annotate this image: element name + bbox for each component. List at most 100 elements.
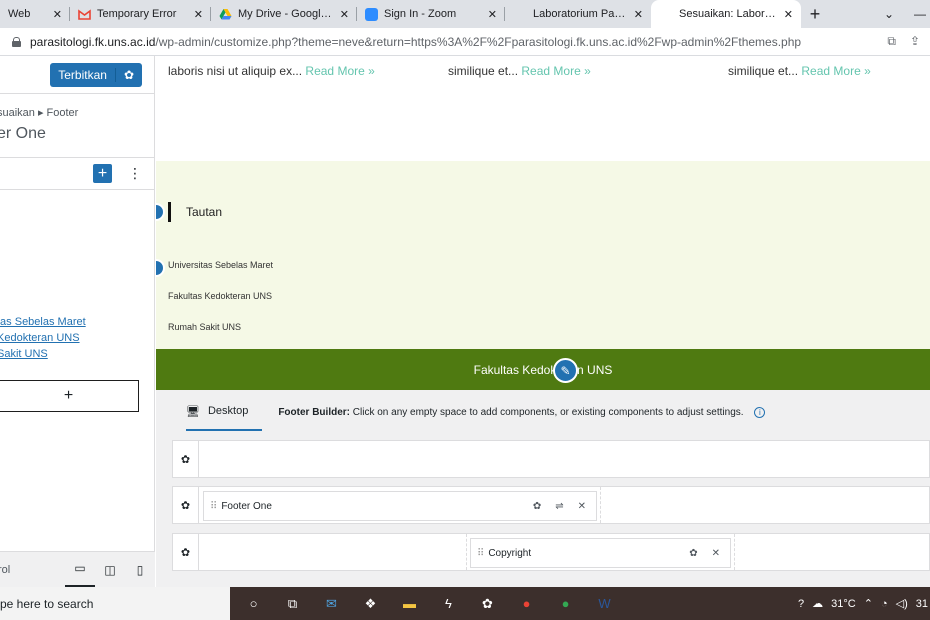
builder-component[interactable]: ⠿ Copyright ✿ ✕	[470, 538, 731, 568]
publish-button[interactable]: Terbitkan ✿	[50, 62, 142, 87]
settings-icon[interactable]: ✿	[533, 501, 541, 512]
taskbar-search-input[interactable]: pe here to search	[0, 587, 230, 620]
builder-row-top[interactable]: ✿	[172, 440, 930, 478]
desktop-preview-icon[interactable]: ▭	[65, 552, 95, 588]
browser-tab[interactable]: Web ✕	[0, 0, 70, 28]
browser-tab[interactable]: Temporary Error ✕	[70, 0, 211, 28]
add-block-icon[interactable]: +	[93, 164, 112, 183]
network-icon[interactable]: ◔	[881, 598, 888, 610]
search-placeholder: pe here to search	[0, 596, 94, 611]
close-tab-icon[interactable]: ✕	[784, 8, 793, 21]
builder-desc-bold: Footer Builder:	[278, 406, 350, 418]
browser-tab[interactable]: Laboratorium Parasito ✕	[505, 0, 651, 28]
copyright-bar[interactable]: Fakultas Kedokteran UNS	[156, 349, 930, 390]
excerpt-text: laboris nisi ut aliquip ex...	[168, 64, 303, 78]
close-tab-icon[interactable]: ✕	[634, 8, 643, 21]
sliders-icon[interactable]: ⇌	[555, 501, 563, 512]
add-block-button[interactable]: +	[0, 380, 139, 412]
edit-pencil-icon[interactable]	[156, 259, 165, 277]
widget-link[interactable]: tas Sebelas Maret	[0, 314, 86, 330]
component-label: Footer One	[221, 500, 272, 512]
chevron-up-icon[interactable]: ⌃	[864, 597, 873, 610]
copyright-text: Fakultas Kedokteran UNS	[473, 362, 613, 377]
power-automate-icon[interactable]: ϟ	[429, 587, 468, 620]
info-icon[interactable]: i	[754, 406, 766, 418]
more-options-icon[interactable]: ⋮	[128, 165, 142, 182]
help-icon[interactable]: ?	[798, 598, 804, 610]
post-excerpt: similique et... Read More »	[728, 64, 871, 78]
tablet-preview-icon[interactable]: ◫	[95, 552, 125, 588]
breadcrumb: suaikan ▸ Footer er One	[0, 94, 154, 158]
row-settings-icon[interactable]: ✿	[173, 487, 199, 523]
remove-icon[interactable]: ✕	[712, 548, 720, 559]
edit-pencil-icon[interactable]: ✎	[553, 358, 578, 383]
chrome-profile-icon[interactable]: ●	[546, 587, 585, 620]
excerpt-text: similique et...	[728, 64, 799, 78]
mobile-preview-icon[interactable]: ▯	[125, 552, 155, 588]
widget-link[interactable]: Sakit UNS	[0, 346, 86, 362]
desktop-icon: 🖥	[186, 405, 200, 418]
footer-link-list: Universitas Sebelas Maret Fakultas Kedok…	[168, 260, 273, 353]
lock-icon[interactable]	[12, 36, 21, 47]
word-icon[interactable]: W	[585, 587, 624, 620]
windows-taskbar: pe here to search ○ ⧉ ✉ ❖ ▬ ϟ ✿ ● ● W ? …	[0, 587, 930, 620]
browser-tab[interactable]: My Drive - Google Dri ✕	[211, 0, 357, 28]
tab-search-icon[interactable]: ⌄	[884, 7, 894, 21]
edit-pencil-icon[interactable]	[156, 203, 165, 221]
share-icon[interactable]: ⇪	[910, 34, 920, 49]
footer-link[interactable]: Universitas Sebelas Maret	[168, 260, 273, 291]
browser-tab-active[interactable]: Sesuaikan: Laboratori ✕	[651, 0, 801, 28]
new-tab-button[interactable]: +	[801, 0, 829, 28]
file-explorer-icon[interactable]: ▬	[390, 587, 429, 620]
task-view-icon[interactable]: ⧉	[273, 587, 312, 620]
close-tab-icon[interactable]: ✕	[194, 8, 203, 21]
tab-title: Web	[8, 8, 31, 20]
widget-link[interactable]: Kedokteran UNS	[0, 330, 86, 346]
publish-label: Terbitkan	[58, 67, 107, 82]
widget-title: Tautan	[168, 202, 222, 222]
chrome-icon[interactable]: ●	[507, 587, 546, 620]
browser-tab-bar: Web ✕ Temporary Error ✕ My Drive - Googl…	[0, 0, 930, 28]
close-tab-icon[interactable]: ✕	[340, 8, 349, 21]
post-excerpt: similique et... Read More »	[448, 64, 591, 78]
builder-component[interactable]: ⠿ Footer One ✿ ⇌ ✕	[203, 491, 597, 521]
hide-controls-label[interactable]: rol	[0, 564, 65, 576]
settings-icon[interactable]: ✿	[468, 587, 507, 620]
read-more-link[interactable]: Read More »	[521, 64, 590, 78]
row-settings-icon[interactable]: ✿	[173, 441, 199, 477]
sidebar-header: Terbitkan ✿	[0, 56, 154, 94]
browser-tab[interactable]: Sign In - Zoom ✕	[357, 0, 505, 28]
zoom-icon	[365, 7, 378, 21]
mail-icon[interactable]: ✉	[312, 587, 351, 620]
read-more-link[interactable]: Read More »	[801, 64, 870, 78]
component-actions: ✿ ⇌ ✕	[533, 501, 596, 512]
site-preview: laboris nisi ut aliquip ex... Read More …	[156, 56, 930, 390]
close-tab-icon[interactable]: ✕	[53, 8, 62, 21]
tab-desktop[interactable]: 🖥 Desktop	[186, 393, 263, 431]
settings-icon[interactable]: ✿	[689, 548, 697, 559]
gmail-icon	[78, 8, 91, 21]
footer-link[interactable]: Fakultas Kedokteran UNS	[168, 291, 273, 322]
translate-icon[interactable]: ⧉	[887, 34, 896, 49]
remove-icon[interactable]: ✕	[578, 501, 586, 512]
url-text[interactable]: parasitologi.fk.uns.ac.id/wp-admin/custo…	[30, 35, 801, 49]
clock-text[interactable]: 31	[916, 598, 928, 610]
drag-handle-icon[interactable]: ⠿	[477, 548, 484, 559]
close-tab-icon[interactable]: ✕	[488, 8, 497, 21]
sidebar-footer: rol ▭ ◫ ▯	[0, 551, 155, 588]
url-domain: parasitologi.fk.uns.ac.id	[30, 34, 156, 49]
builder-row-bottom[interactable]: ✿ ⠿ Copyright ✿ ✕	[172, 533, 930, 571]
drag-handle-icon[interactable]: ⠿	[210, 501, 217, 512]
builder-row-main[interactable]: ✿ ⠿ Footer One ✿ ⇌ ✕	[172, 486, 930, 524]
weather-icon[interactable]: ☁	[812, 597, 823, 610]
volume-icon[interactable]: ◁)	[896, 597, 908, 610]
read-more-link[interactable]: Read More »	[305, 64, 374, 78]
dropbox-icon[interactable]: ❖	[351, 587, 390, 620]
minimize-icon[interactable]: —	[914, 7, 926, 21]
cortana-icon[interactable]: ○	[234, 587, 273, 620]
gear-icon[interactable]: ✿	[114, 67, 142, 82]
row-settings-icon[interactable]: ✿	[173, 534, 199, 570]
temperature-text[interactable]: 31°C	[831, 598, 856, 610]
google-drive-icon	[219, 8, 232, 21]
address-bar[interactable]: parasitologi.fk.uns.ac.id/wp-admin/custo…	[0, 28, 930, 56]
